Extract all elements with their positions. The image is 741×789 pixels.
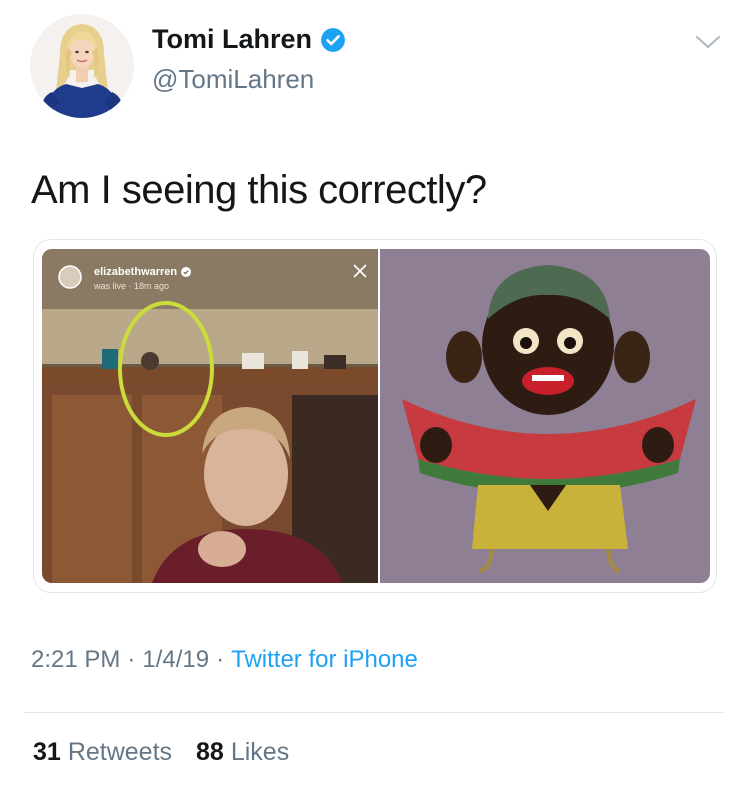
tweet-time: 2:21 PM bbox=[31, 646, 121, 673]
tweet-meta: 2:21 PM · 1/4/19 · Twitter for iPhone bbox=[31, 646, 418, 674]
retweets-count[interactable]: 31 bbox=[33, 738, 61, 767]
tweet-stats: 31 Retweets 88 Likes bbox=[33, 738, 289, 767]
tweet-source-link[interactable]: Twitter for iPhone bbox=[231, 646, 418, 674]
meta-separator: · bbox=[216, 646, 225, 673]
media-image-right[interactable] bbox=[380, 249, 710, 583]
media-image-left[interactable]: elizabethwarren was live · 18m ago bbox=[42, 249, 378, 583]
ig-verified-icon bbox=[181, 267, 192, 277]
ig-username: elizabethwarren bbox=[94, 266, 192, 278]
likes-label[interactable]: Likes bbox=[231, 738, 289, 767]
avatar[interactable] bbox=[30, 14, 134, 118]
likes-count[interactable]: 88 bbox=[196, 738, 224, 767]
divider bbox=[24, 712, 724, 713]
author-name[interactable]: Tomi Lahren bbox=[152, 24, 312, 55]
author-handle[interactable]: @TomiLahren bbox=[152, 64, 314, 95]
verified-badge-icon bbox=[321, 27, 345, 52]
retweets-label[interactable]: Retweets bbox=[68, 738, 172, 767]
tweet-date: 1/4/19 bbox=[142, 646, 210, 673]
meta-separator: · bbox=[127, 646, 136, 673]
ig-status: was live · 18m ago bbox=[94, 281, 170, 291]
chevron-down-icon[interactable] bbox=[694, 32, 722, 52]
tweet-text: Am I seeing this correctly? bbox=[31, 168, 487, 212]
tweet-media[interactable]: elizabethwarren was live · 18m ago bbox=[33, 239, 717, 593]
author-name-row[interactable]: Tomi Lahren bbox=[152, 24, 346, 55]
close-icon bbox=[353, 264, 367, 278]
